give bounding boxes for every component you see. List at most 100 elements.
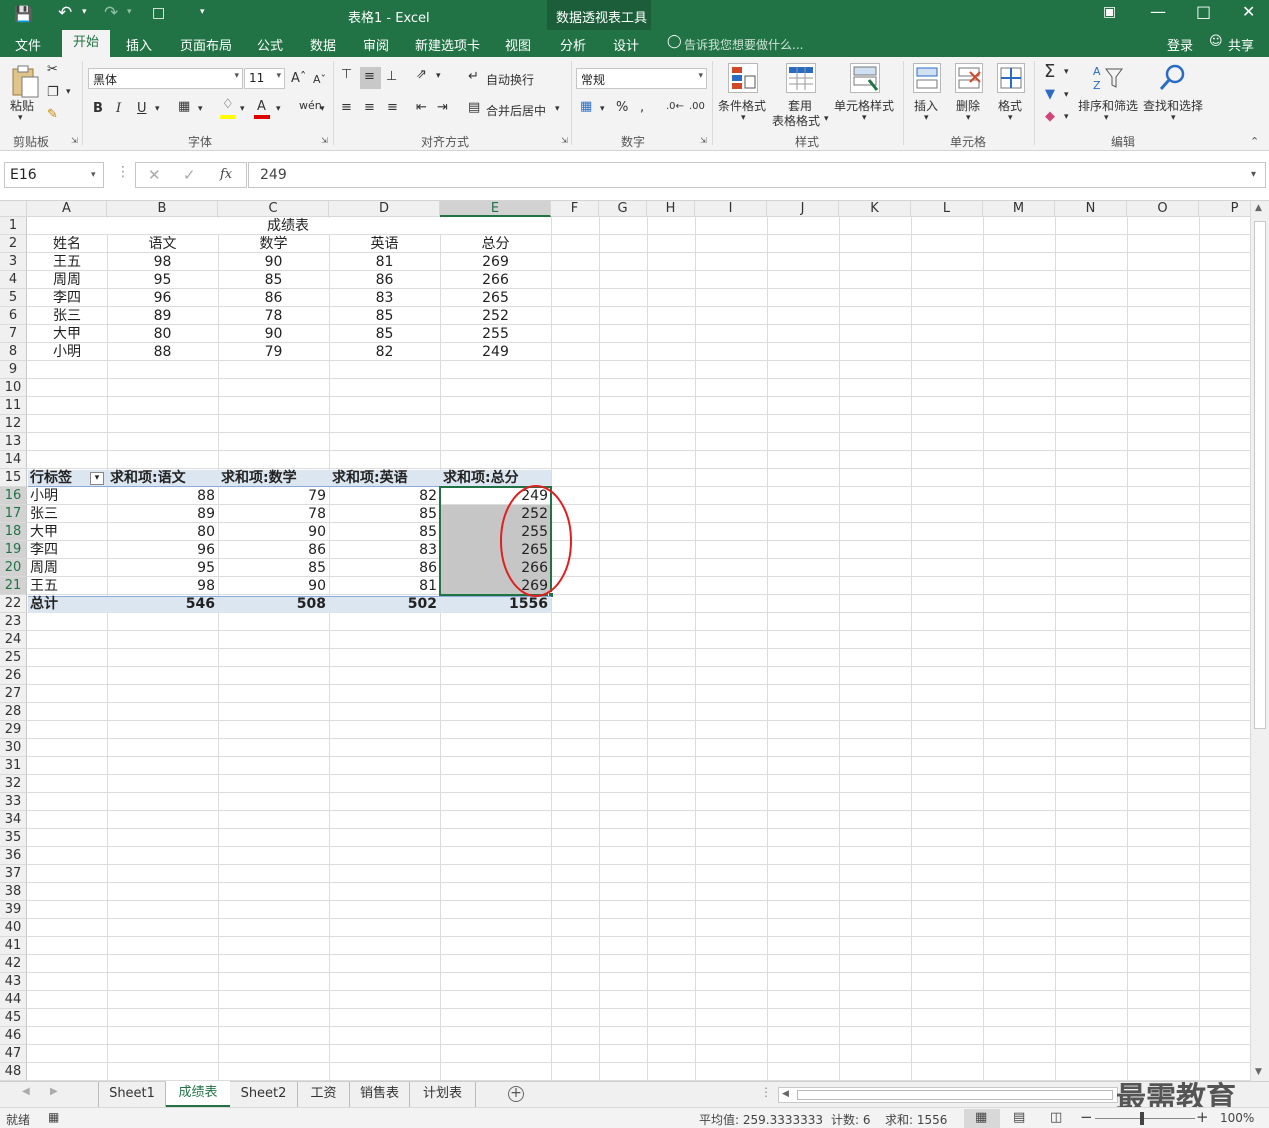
tell-me-box[interactable]: 告诉我您想要做什么... <box>684 36 803 53</box>
table-cell[interactable]: 张三 <box>27 307 107 325</box>
table-cell[interactable]: 90 <box>218 325 329 343</box>
pivot-cell[interactable]: 98 <box>107 577 218 595</box>
format-table-icon[interactable] <box>786 63 816 93</box>
fill-icon[interactable]: ▼ <box>1045 87 1055 102</box>
row-header[interactable]: 46 <box>0 1027 27 1045</box>
font-color-icon[interactable]: A <box>257 99 266 114</box>
phonetic-icon[interactable]: wén <box>299 99 322 112</box>
sort-filter-button[interactable]: 排序和筛选 <box>1078 97 1138 114</box>
pivot-cell[interactable]: 96 <box>107 541 218 559</box>
table-cell[interactable]: 269 <box>440 253 551 271</box>
tab-data[interactable]: 数据 <box>310 35 336 54</box>
row-header[interactable]: 12 <box>0 415 27 433</box>
undo-dropdown-icon[interactable]: ▾ <box>82 7 87 17</box>
column-header[interactable]: K <box>839 201 911 217</box>
row-header[interactable]: 44 <box>0 991 27 1009</box>
top-align-icon[interactable]: ⊤ <box>341 67 352 82</box>
percent-icon[interactable]: % <box>616 100 628 115</box>
copy-dropdown-icon[interactable]: ▾ <box>66 87 71 97</box>
cut-icon[interactable]: ✂ <box>47 62 58 77</box>
pivot-row-label[interactable]: 大甲 <box>27 523 107 541</box>
conditional-dropdown-icon[interactable]: ▾ <box>741 113 746 123</box>
row-header[interactable]: 5 <box>0 289 27 307</box>
find-dropdown-icon[interactable]: ▾ <box>1171 113 1176 123</box>
decrease-font-icon[interactable]: Aˇ <box>313 73 326 86</box>
table-cell[interactable]: 249 <box>440 343 551 361</box>
row-header[interactable]: 23 <box>0 613 27 631</box>
tab-split-grip-icon[interactable]: ⋮ <box>760 1085 772 1099</box>
column-header[interactable]: L <box>911 201 983 217</box>
middle-align-button[interactable]: ≡ <box>360 67 381 89</box>
login-link[interactable]: 登录 <box>1167 35 1193 54</box>
row-header[interactable]: 27 <box>0 685 27 703</box>
insert-cells-button[interactable]: 插入 <box>914 97 938 114</box>
row-header[interactable]: 4 <box>0 271 27 289</box>
orientation-dropdown-icon[interactable]: ▾ <box>436 71 441 81</box>
row-header[interactable]: 32 <box>0 775 27 793</box>
pivot-cell[interactable]: 85 <box>329 505 440 523</box>
pivot-header-cell[interactable]: 求和项:语文 <box>107 469 218 487</box>
row-header[interactable]: 48 <box>0 1063 27 1081</box>
normal-view-button[interactable]: ▦ <box>964 1109 1000 1128</box>
column-header[interactable]: H <box>647 201 695 217</box>
clear-icon[interactable]: ◆ <box>1045 109 1055 124</box>
sort-dropdown-icon[interactable]: ▾ <box>1104 113 1109 123</box>
column-header[interactable]: A <box>27 201 107 217</box>
add-sheet-icon[interactable]: + <box>508 1086 524 1102</box>
column-header[interactable]: F <box>551 201 599 217</box>
header-cell[interactable]: 英语 <box>329 235 440 253</box>
row-header[interactable]: 29 <box>0 721 27 739</box>
table-cell[interactable]: 79 <box>218 343 329 361</box>
alignment-launcher-icon[interactable]: ⇲ <box>561 136 568 145</box>
cell-styles-button[interactable]: 单元格样式 <box>834 97 894 114</box>
pivot-cell[interactable]: 90 <box>218 577 329 595</box>
align-right-icon[interactable]: ≡ <box>387 100 398 115</box>
sheet-tab[interactable]: Sheet1 <box>98 1082 166 1107</box>
table-cell[interactable]: 85 <box>218 271 329 289</box>
table-cell[interactable]: 81 <box>329 253 440 271</box>
sheet-tab[interactable]: 工资 <box>298 1082 350 1107</box>
zoom-level[interactable]: 100% <box>1220 1111 1254 1125</box>
pivot-cell[interactable]: 82 <box>329 487 440 505</box>
delete-cells-icon[interactable] <box>955 63 983 93</box>
undo-icon[interactable]: ↶ <box>58 3 72 23</box>
column-header[interactable]: M <box>983 201 1055 217</box>
wrap-text-button[interactable]: 自动换行 <box>486 71 534 88</box>
format-table-dropdown-icon[interactable]: ▾ <box>824 114 829 124</box>
fill-dropdown-icon[interactable]: ▾ <box>240 104 245 114</box>
pivot-total-cell[interactable]: 508 <box>218 595 329 613</box>
share-button[interactable]: 共享 <box>1228 35 1254 54</box>
formula-input[interactable]: 249 ▾ <box>248 162 1266 188</box>
table-cell[interactable]: 95 <box>107 271 218 289</box>
row-header[interactable]: 14 <box>0 451 27 469</box>
row-header-selected[interactable]: 21 <box>0 577 27 595</box>
bottom-align-icon[interactable]: ⊥ <box>386 69 397 84</box>
cell-styles-icon[interactable] <box>850 63 880 93</box>
tab-review[interactable]: 审阅 <box>363 35 389 54</box>
pivot-row-label[interactable]: 周周 <box>27 559 107 577</box>
table-cell[interactable]: 255 <box>440 325 551 343</box>
pivot-row-label[interactable]: 王五 <box>27 577 107 595</box>
row-header[interactable]: 2 <box>0 235 27 253</box>
autosum-dropdown-icon[interactable]: ▾ <box>1064 67 1069 77</box>
column-header[interactable]: D <box>329 201 440 217</box>
table-cell[interactable]: 78 <box>218 307 329 325</box>
find-select-icon[interactable] <box>1158 63 1188 93</box>
table-cell[interactable]: 85 <box>329 325 440 343</box>
merge-center-icon[interactable]: ▤ <box>468 100 480 115</box>
pivot-row-label[interactable]: 李四 <box>27 541 107 559</box>
column-header[interactable]: N <box>1055 201 1127 217</box>
row-header-selected[interactable]: 16 <box>0 487 27 505</box>
zoom-out-icon[interactable]: − <box>1080 1108 1093 1126</box>
column-header-selected[interactable]: E <box>440 201 551 217</box>
table-cell[interactable]: 266 <box>440 271 551 289</box>
table-cell[interactable]: 86 <box>218 289 329 307</box>
column-header[interactable]: G <box>599 201 647 217</box>
tab-new-tab[interactable]: 新建选项卡 <box>415 35 480 54</box>
pivot-header-cell[interactable]: 求和项:数学 <box>218 469 329 487</box>
table-cell[interactable]: 88 <box>107 343 218 361</box>
clear-dropdown-icon[interactable]: ▾ <box>1064 112 1069 122</box>
row-header[interactable]: 8 <box>0 343 27 361</box>
pivot-row-label[interactable]: 张三 <box>27 505 107 523</box>
table-cell[interactable]: 周周 <box>27 271 107 289</box>
